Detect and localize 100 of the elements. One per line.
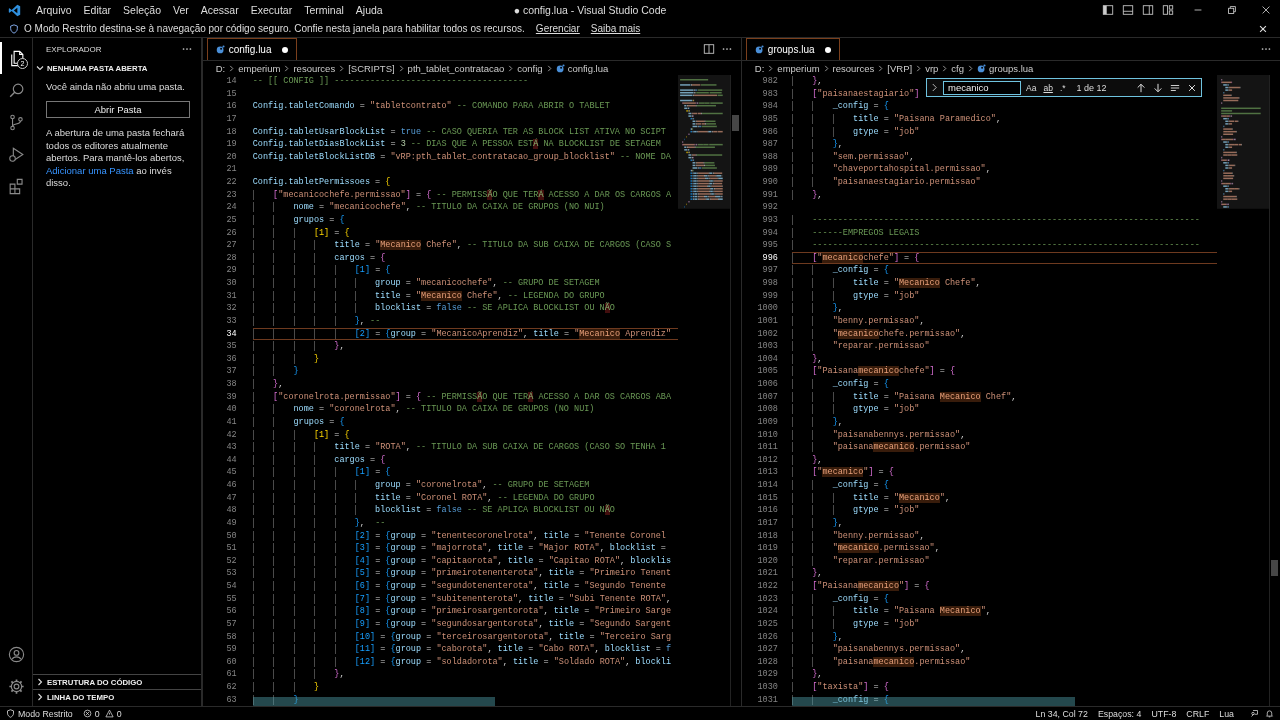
status-item[interactable]: CRLF xyxy=(1186,708,1210,719)
code-line: ["taxista"] = { xyxy=(791,681,1217,694)
breadcrumb-item[interactable]: resources xyxy=(832,62,875,74)
scrollbar-thumb[interactable] xyxy=(252,697,495,706)
breadcrumb-item[interactable]: [SCRIPTS] xyxy=(348,62,395,74)
code-line: ["mecanico"] = { xyxy=(791,466,1217,479)
code-line: }, xyxy=(791,138,1217,151)
status-item[interactable]: Espaços: 4 xyxy=(1097,708,1142,719)
code-line: ["mecanicochefe"] = { xyxy=(791,251,1217,265)
breadcrumb-item[interactable]: pth_tablet_contratacao xyxy=(407,62,505,74)
warning-icon xyxy=(104,709,114,718)
line-number: 18 xyxy=(225,125,237,139)
arrow-down-icon[interactable] xyxy=(1153,82,1163,93)
line-number: 1009 xyxy=(756,415,778,429)
code-line: [12] = {group = "soldadorota", title = "Soldado ROTA", blockli xyxy=(252,655,678,669)
line-number: 40 xyxy=(225,403,237,416)
editor-tab[interactable]: config.lua xyxy=(206,38,297,60)
menu-item[interactable]: Arquivo xyxy=(30,4,78,16)
find-option-button[interactable]: Aa xyxy=(1024,82,1039,93)
menu-item[interactable]: Editar xyxy=(77,4,118,16)
breadcrumb-item[interactable]: cfg xyxy=(951,62,964,74)
split-editor-icon[interactable] xyxy=(702,43,715,55)
menu-item[interactable]: Seleção xyxy=(117,4,167,16)
problems-status[interactable]: 0 0 xyxy=(82,708,124,719)
code-line: title = "Mecanico Chefe", -- TITULO DA SUB CAIXA DE CARGOS (CASO S xyxy=(252,239,678,252)
close-icon[interactable] xyxy=(1187,82,1197,93)
code-line: Config.tabletDiasBlockList = 3 -- DIAS QUE A PESSOA ESTÁ NA BLOCKLIST DE SETAGEM xyxy=(252,138,662,151)
code-line: title = "Paisana Mecanico", xyxy=(791,605,1217,618)
sidebar-title: EXPLORADOR xyxy=(45,44,102,54)
code-line: gtype = "job" xyxy=(791,504,1217,517)
line-number: 45 xyxy=(225,466,237,479)
editor-tab[interactable]: groups.lua xyxy=(745,38,840,60)
find-option-button[interactable]: .* xyxy=(1057,82,1068,93)
code-line: [1] = { xyxy=(252,264,678,277)
close-icon[interactable] xyxy=(1258,23,1268,34)
breadcrumb-item[interactable]: emperium xyxy=(777,62,820,74)
line-number: 30 xyxy=(225,277,237,290)
breadcrumb-item[interactable]: D: xyxy=(215,62,226,74)
code-line: "mecanico.permissao", xyxy=(791,542,1217,555)
secondary-sidebar-icon[interactable] xyxy=(1142,4,1154,16)
code-line: }, xyxy=(791,453,1217,467)
menu-item[interactable]: Acessar xyxy=(194,4,245,16)
lines-icon[interactable] xyxy=(1170,82,1180,93)
menu-item[interactable]: Terminal xyxy=(298,4,350,16)
line-number: 1007 xyxy=(756,390,778,404)
banner-message: O Modo Restrito destina-se à navegação por código seguro. Confie nesta janela para habilitar todos os recursos. xyxy=(24,23,525,34)
breadcrumb-item[interactable]: groups.lua xyxy=(989,62,1034,74)
sidebar-toggle-icon[interactable] xyxy=(1102,4,1114,16)
open-folder-button[interactable]: Abrir Pasta xyxy=(45,101,190,118)
status-item[interactable]: Modo Restrito xyxy=(6,708,73,719)
layout-icon[interactable] xyxy=(1162,4,1174,16)
line-number: 15 xyxy=(225,87,237,101)
line-number: 28 xyxy=(225,251,237,265)
line-number: 1012 xyxy=(756,453,778,467)
breadcrumb-item[interactable]: config xyxy=(517,62,543,74)
status-item[interactable]: Lua xyxy=(1219,708,1234,719)
status-item[interactable]: UTF-8 xyxy=(1151,708,1177,719)
menu-item[interactable]: Executar xyxy=(244,4,299,16)
breadcrumb-item[interactable]: D: xyxy=(754,62,765,74)
status-item[interactable]: Ln 34, Col 72 xyxy=(1035,708,1088,719)
breadcrumb-item[interactable]: resources xyxy=(293,62,336,74)
line-number: 55 xyxy=(225,592,237,606)
code-line: title = "Mecanico Chefe", xyxy=(791,277,1217,290)
feedback-icon[interactable] xyxy=(1250,709,1259,718)
line-number: 1002 xyxy=(756,327,778,341)
line-number: 1000 xyxy=(756,302,778,315)
scrollbar-thumb[interactable] xyxy=(731,115,739,131)
line-number: 46 xyxy=(225,479,237,492)
code-line: ["Paisanamecanicochefe"] = { xyxy=(791,365,1217,378)
breadcrumb-item[interactable]: vrp xyxy=(925,62,939,74)
code-line: }, xyxy=(791,188,1217,202)
bell-icon[interactable] xyxy=(1265,709,1274,718)
search-field[interactable]: mecanico xyxy=(943,80,1021,95)
breadcrumb-item[interactable]: emperium xyxy=(238,62,281,74)
chevron-icon[interactable] xyxy=(931,83,938,92)
menu-item[interactable]: Ver xyxy=(167,4,195,16)
breadcrumb-item[interactable]: [VRP] xyxy=(887,62,913,74)
breadcrumb-item[interactable]: config.lua xyxy=(567,62,609,74)
add-folder-link[interactable]: Adicionar uma Pasta xyxy=(45,164,134,176)
close-icon[interactable] xyxy=(1260,4,1272,16)
line-number: 51 xyxy=(225,542,237,555)
line-number: 1024 xyxy=(756,605,778,618)
find-option-button[interactable]: ab xyxy=(1041,82,1055,93)
menu-item[interactable]: Ajuda xyxy=(349,4,389,16)
shield-icon xyxy=(9,23,19,34)
run-debug-icon xyxy=(7,144,27,164)
arrow-up-icon[interactable] xyxy=(1136,82,1146,93)
line-number: 1013 xyxy=(756,466,778,479)
code-line: ["mecanicochefe.permissao"] = { -- PERMISSÃO QUE TERÁ ACESSO A DAR OS CARGOS A xyxy=(252,188,678,202)
scrollbar-thumb[interactable] xyxy=(1271,560,1278,576)
code-line: [6] = {group = "segundotenenterota", title = "Segundo Tenente xyxy=(252,580,678,593)
restore-icon[interactable] xyxy=(1226,4,1238,16)
code-line: nome = "coronelrota", -- TITULO DA CAIXA DE GRUPOS (NO NUI) xyxy=(252,403,678,416)
banner-link[interactable]: Saiba mais xyxy=(590,23,641,34)
panel-toggle-icon[interactable] xyxy=(1122,4,1134,16)
code-line: gtype = "job" xyxy=(791,125,1217,139)
code-line: "paisanamecanico.permissao" xyxy=(791,441,1217,454)
banner-link[interactable]: Gerenciar xyxy=(535,23,580,34)
line-number: 1027 xyxy=(756,643,778,656)
scrollbar-thumb[interactable] xyxy=(791,697,1075,706)
